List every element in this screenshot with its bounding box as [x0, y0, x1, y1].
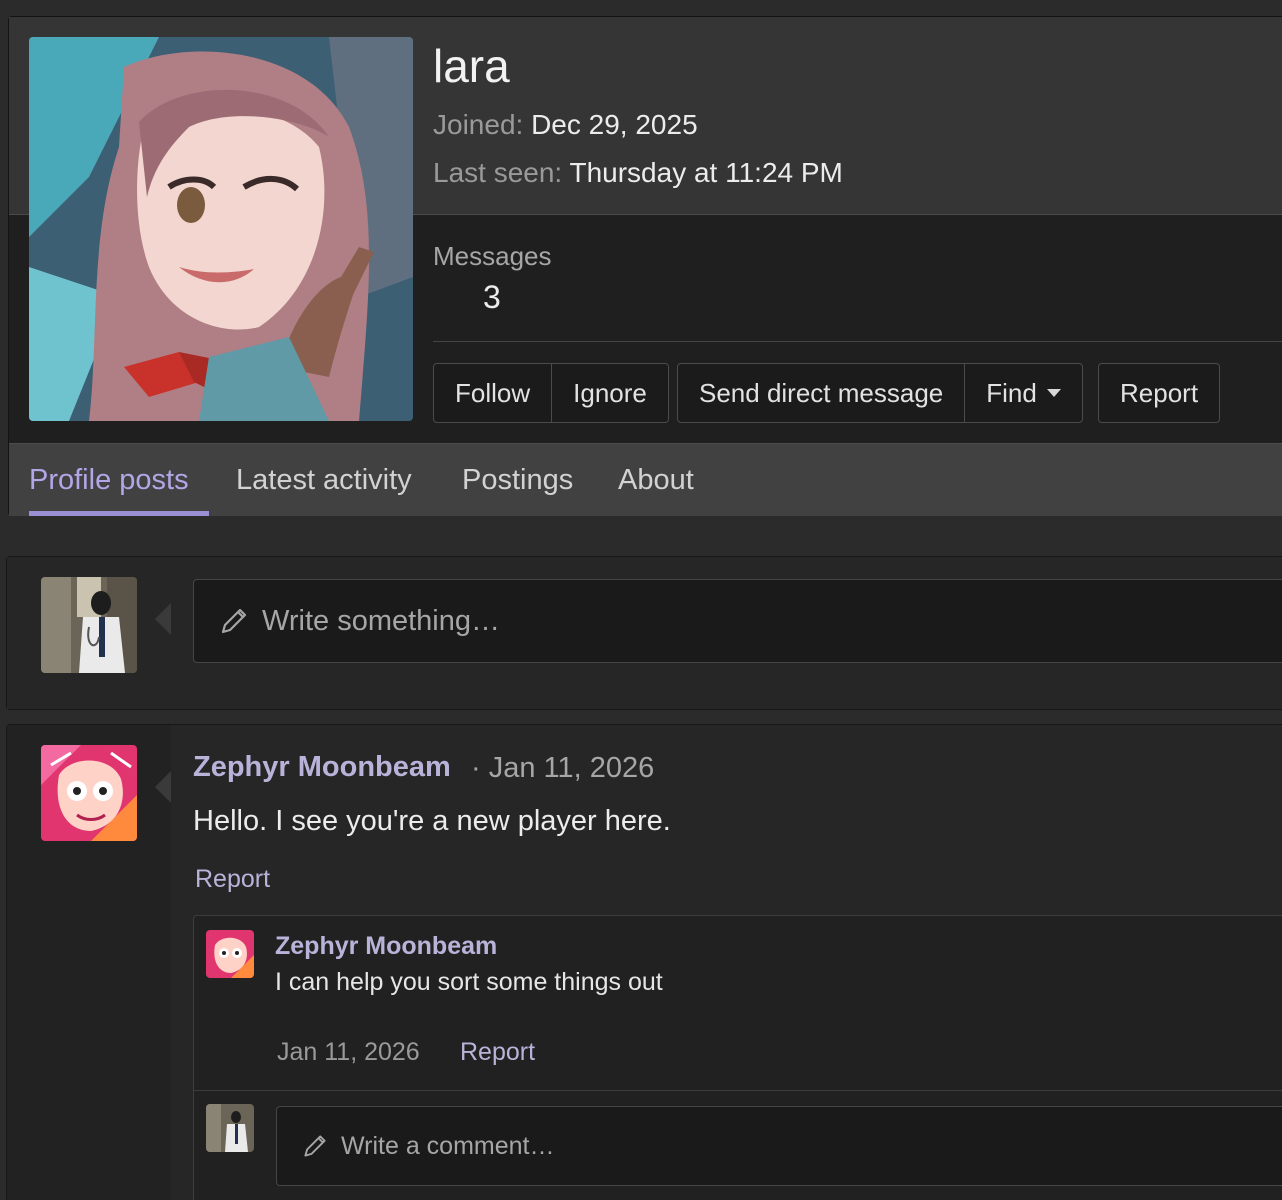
profile-header: lara Joined: Dec 29, 2025 Last seen: Thu…	[8, 16, 1282, 516]
comment-text: I can help you sort some things out	[275, 968, 663, 996]
post-body: Hello. I see you're a new player here.	[193, 805, 671, 837]
message-find-group: Send direct message Find	[677, 363, 1083, 423]
avatar-doctor-image	[41, 577, 137, 673]
profile-page: lara Joined: Dec 29, 2025 Last seen: Thu…	[0, 0, 1282, 1200]
profile-tabs: Profile posts Latest activity Postings A…	[9, 443, 1282, 516]
report-group: Report	[1098, 363, 1221, 423]
post-date[interactable]: · Jan 11, 2026	[471, 752, 654, 785]
follow-ignore-group: Follow Ignore	[433, 363, 669, 423]
post-author-link[interactable]: Zephyr Moonbeam	[193, 751, 451, 784]
profile-post-input[interactable]: Write something…	[193, 579, 1282, 663]
pencil-icon	[218, 605, 250, 637]
find-dropdown-button[interactable]: Find	[965, 364, 1082, 422]
tab-postings[interactable]: Postings	[462, 444, 573, 516]
profile-post-placeholder: Write something…	[262, 604, 500, 637]
follow-button[interactable]: Follow	[434, 364, 553, 422]
avatar-luffy-image	[41, 745, 137, 841]
profile-post: Zephyr Moonbeam · Jan 11, 2026 Hello. I …	[6, 724, 1282, 1200]
avatar-luffy-small-image	[206, 930, 254, 978]
send-direct-message-button[interactable]: Send direct message	[678, 364, 966, 422]
caret-down-icon	[1046, 389, 1061, 397]
current-user-avatar[interactable]	[41, 577, 137, 673]
messages-label: Messages	[433, 241, 552, 271]
post-report-link[interactable]: Report	[195, 865, 270, 894]
last-seen: Last seen: Thursday at 11:24 PM	[433, 157, 843, 189]
profile-avatar[interactable]	[29, 37, 413, 421]
comment-author-avatar[interactable]	[206, 930, 254, 978]
profile-post-composer: Write something…	[6, 556, 1282, 710]
last-seen-label: Last seen:	[433, 157, 563, 188]
comment-report-link[interactable]: Report	[460, 1038, 535, 1067]
comment-input[interactable]: Write a comment…	[276, 1106, 1282, 1186]
joined-date: Joined: Dec 29, 2025	[433, 109, 698, 141]
avatar-doctor-small-image	[206, 1104, 254, 1152]
post-pointer	[155, 771, 171, 803]
messages-count[interactable]: 3	[483, 279, 501, 316]
last-seen-value: Thursday at 11:24 PM	[569, 157, 843, 188]
profile-username: lara	[433, 40, 510, 92]
comment-author-link[interactable]: Zephyr Moonbeam	[275, 932, 497, 961]
divider	[433, 341, 1282, 342]
divider	[194, 1090, 1282, 1091]
joined-label: Joined:	[433, 109, 524, 140]
tab-latest-activity[interactable]: Latest activity	[236, 444, 412, 516]
report-profile-button[interactable]: Report	[1099, 364, 1219, 422]
comment-date[interactable]: Jan 11, 2026	[277, 1038, 420, 1067]
find-label: Find	[986, 377, 1037, 408]
joined-value: Dec 29, 2025	[531, 109, 698, 140]
pencil-icon	[301, 1132, 329, 1160]
comment-placeholder: Write a comment…	[341, 1131, 555, 1160]
post-author-avatar[interactable]	[41, 745, 137, 841]
current-user-avatar-small[interactable]	[206, 1104, 254, 1152]
avatar-anime-girl-image	[29, 37, 413, 421]
composer-pointer	[155, 603, 171, 635]
tab-about[interactable]: About	[618, 444, 694, 516]
comments-section: Zephyr Moonbeam I can help you sort some…	[193, 915, 1282, 1200]
ignore-button[interactable]: Ignore	[552, 364, 668, 422]
tab-profile-posts[interactable]: Profile posts	[29, 444, 209, 516]
